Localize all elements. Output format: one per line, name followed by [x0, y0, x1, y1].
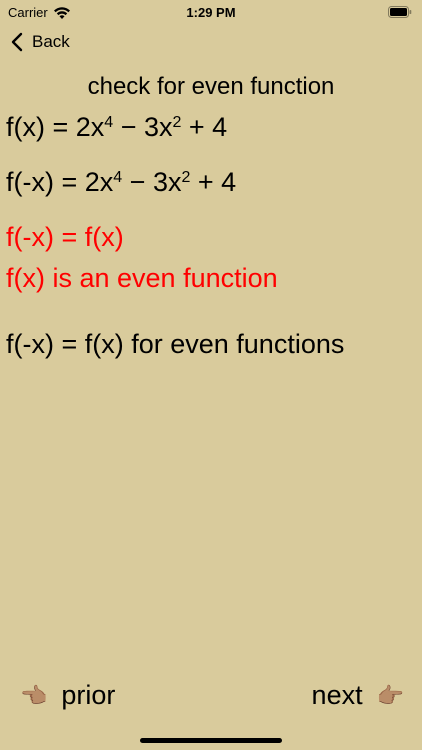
conclusion-line: f(x) is an even function	[6, 263, 278, 293]
pointing-right-hand-icon: 👉🏽	[376, 682, 404, 708]
fnegx-middle: − 3x	[122, 167, 182, 197]
home-indicator	[140, 738, 282, 743]
status-bar: Carrier 1:29 PM	[0, 0, 422, 24]
rule-line: f(-x) = f(x) for even functions	[6, 329, 345, 359]
status-time: 1:29 PM	[186, 5, 236, 20]
fx-prefix: f(x) = 2x	[6, 112, 105, 142]
prior-label: prior	[61, 680, 116, 710]
function-fx-line: f(x) = 2x4 − 3x2 + 4	[6, 112, 227, 143]
fx-exponent-1: 4	[104, 114, 114, 131]
fnegx-prefix: f(-x) = 2x	[6, 167, 114, 197]
fx-suffix: + 4	[181, 112, 228, 142]
equality-line: f(-x) = f(x)	[6, 222, 124, 252]
fx-middle: − 3x	[113, 112, 173, 142]
next-button[interactable]: next 👉🏽	[312, 680, 404, 711]
back-button[interactable]: Back	[10, 32, 70, 52]
battery-icon	[388, 6, 412, 18]
prior-button[interactable]: 👈🏽 prior	[20, 680, 115, 711]
next-label: next	[311, 680, 363, 710]
page-title: check for even function	[87, 73, 335, 100]
fnegx-exponent-1: 4	[113, 169, 123, 186]
fnegx-suffix: + 4	[190, 167, 237, 197]
pointing-left-hand-icon: 👈🏽	[20, 682, 48, 708]
function-fnegx-line: f(-x) = 2x4 − 3x2 + 4	[6, 167, 236, 198]
chevron-left-icon	[11, 32, 23, 52]
back-label: Back	[32, 32, 70, 51]
